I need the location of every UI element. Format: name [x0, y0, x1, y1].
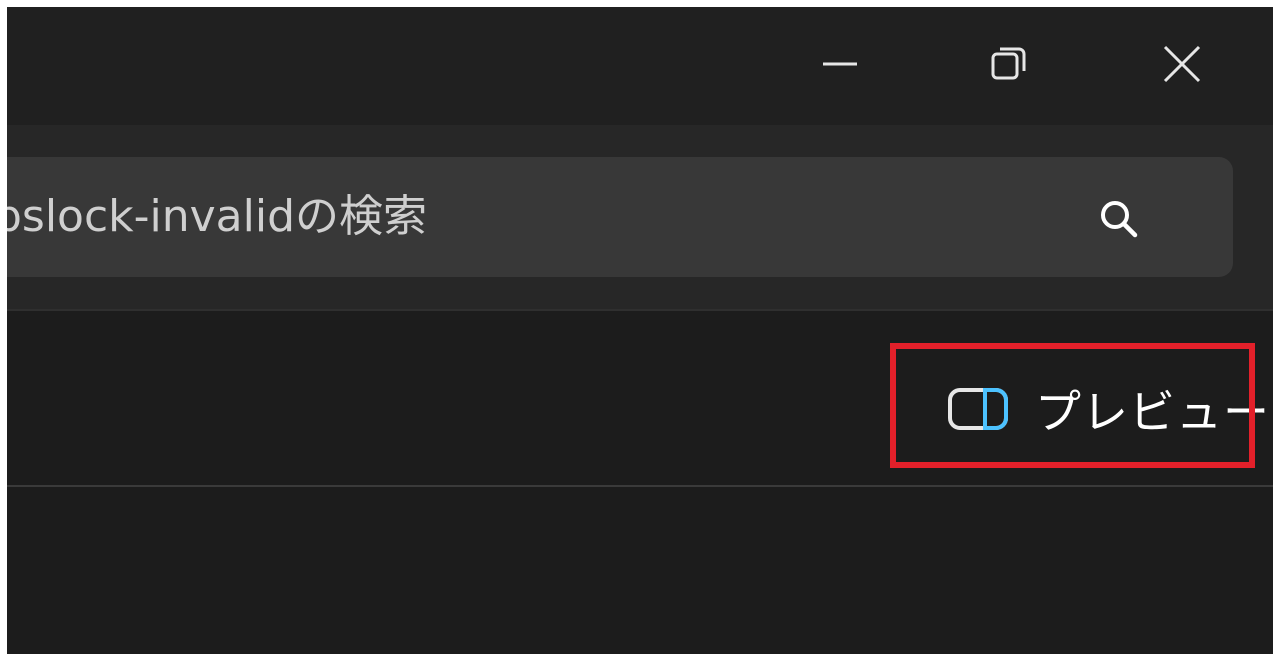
search-input[interactable]: apslock-invalidの検索 — [7, 187, 427, 247]
file-list-area — [7, 487, 1273, 654]
search-bar-area: apslock-invalidの検索 — [7, 125, 1273, 311]
close-button[interactable] — [1137, 25, 1227, 103]
close-icon — [1163, 45, 1201, 83]
restore-icon — [991, 47, 1026, 80]
app-window: apslock-invalidの検索 プレビュー — [7, 7, 1273, 654]
title-bar — [7, 7, 1273, 125]
search-box[interactable]: apslock-invalidの検索 — [7, 157, 1233, 277]
minimize-icon — [823, 62, 857, 66]
restore-button[interactable] — [964, 25, 1054, 103]
command-bar: プレビュー — [7, 311, 1273, 487]
search-icon[interactable] — [1095, 195, 1143, 243]
highlight-box — [890, 343, 1255, 468]
minimize-button[interactable] — [795, 25, 885, 103]
